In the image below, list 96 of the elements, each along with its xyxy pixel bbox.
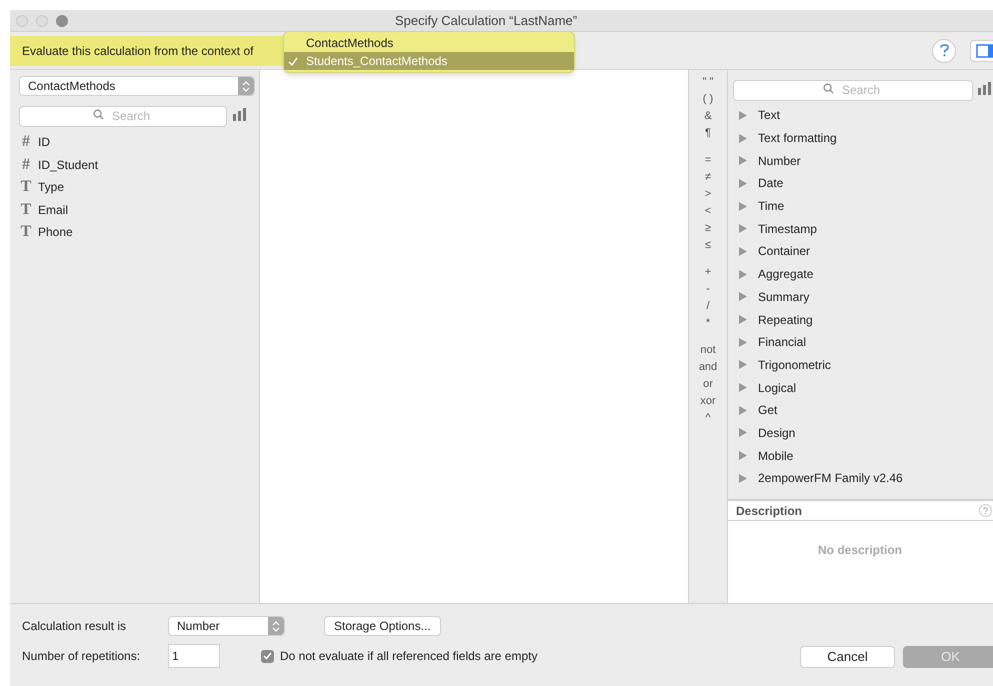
result-type-label: Calculation result is (22, 618, 128, 635)
operator-button[interactable]: ≠ (704, 169, 712, 186)
search-icon (93, 109, 104, 120)
search-field[interactable]: Search (19, 106, 227, 126)
operator-button[interactable]: - (706, 281, 710, 298)
table-select[interactable]: ContactMethods (19, 76, 255, 96)
bar-chart-icon[interactable] (978, 82, 992, 95)
bar-chart-icon[interactable] (233, 108, 247, 121)
disclosure-triangle-icon[interactable] (739, 110, 747, 120)
function-category[interactable]: Text formatting (758, 129, 837, 148)
operator-button[interactable]: ≤ (704, 237, 712, 254)
disclosure-triangle-icon[interactable] (739, 178, 747, 188)
context-label: Evaluate this calculation from the context of (22, 42, 254, 60)
field-type-icon: T (19, 224, 33, 240)
disclosure-triangle-icon[interactable] (739, 246, 747, 256)
checkmark-icon (288, 56, 298, 66)
operator-button[interactable]: = (704, 152, 712, 169)
disclosure-triangle-icon[interactable] (739, 360, 747, 370)
operator-button[interactable]: and (698, 359, 718, 376)
window-title: Specify Calculation “LastName” (395, 12, 578, 29)
operator-button[interactable]: ¶ (705, 125, 711, 142)
function-category[interactable]: Date (758, 174, 784, 192)
disclosure-triangle-icon[interactable] (739, 202, 747, 211)
disclosure-triangle-icon[interactable] (739, 451, 747, 460)
repetitions-field[interactable]: 1 (168, 644, 220, 668)
checkbox[interactable] (261, 650, 274, 662)
operator-button[interactable]: " " (702, 74, 714, 91)
disclosure-triangle-icon[interactable] (739, 338, 747, 347)
operator-button[interactable]: not (700, 342, 716, 359)
menu-item-label: ContactMethods (306, 35, 394, 52)
help-icon[interactable] (979, 504, 992, 517)
field-name[interactable]: Email (38, 200, 68, 219)
function-category[interactable]: Get (758, 401, 778, 420)
function-category[interactable]: Container (758, 242, 810, 260)
menu-item-label: Students_ContactMethods (306, 53, 448, 70)
search-field[interactable]: Search (733, 80, 973, 100)
disclosure-triangle-icon[interactable] (739, 224, 747, 234)
field-name[interactable]: ID (38, 133, 50, 152)
operator-button[interactable]: / (706, 298, 710, 315)
function-category[interactable]: Design (758, 424, 796, 442)
operator-button[interactable]: ( ) (702, 91, 714, 108)
field-type-icon: T (19, 202, 33, 218)
disclosure-triangle-icon[interactable] (739, 406, 747, 415)
field-type-icon: T (19, 179, 33, 196)
disclosure-triangle-icon[interactable] (739, 134, 747, 143)
menu-item[interactable]: ContactMethods (284, 34, 574, 52)
operator-button[interactable]: * (706, 315, 710, 332)
function-category[interactable]: Summary (758, 288, 810, 306)
function-category[interactable]: Aggregate (758, 265, 814, 284)
function-category[interactable]: Mobile (758, 446, 794, 465)
help-button[interactable] (932, 38, 956, 62)
function-category[interactable]: Text (758, 106, 780, 124)
question-mark-icon (940, 44, 948, 57)
repetitions-label: Number of repetitions: (22, 648, 142, 665)
stepper-icon (268, 617, 284, 635)
function-category[interactable]: Logical (758, 378, 796, 397)
sidebar-icon (976, 44, 993, 58)
operator-button[interactable]: & (704, 108, 712, 125)
checkbox-label: Do not evaluate if all referenced fields are empty (280, 648, 538, 665)
operator-button[interactable]: ^ (705, 410, 711, 427)
description-text: No description (818, 542, 902, 559)
function-category[interactable]: Trigonometric (758, 356, 831, 374)
minimize-window-icon[interactable] (36, 14, 48, 26)
operator-button[interactable]: + (704, 264, 712, 281)
search-icon (823, 83, 834, 94)
field-name[interactable]: Type (38, 178, 64, 196)
disclosure-triangle-icon[interactable] (739, 428, 747, 438)
sidebar-toggle-button[interactable] (970, 40, 993, 62)
function-category[interactable]: Repeating (758, 310, 813, 329)
close-window-icon[interactable] (16, 14, 28, 26)
dialog-button[interactable]: Cancel (800, 646, 895, 668)
disclosure-triangle-icon[interactable] (739, 270, 747, 279)
function-category[interactable]: Financial (758, 333, 806, 352)
operator-button[interactable]: < (704, 203, 712, 220)
disclosure-triangle-icon[interactable] (739, 315, 747, 324)
operator-button[interactable]: xor (700, 393, 716, 410)
field-type-icon: # (19, 156, 33, 173)
operator-button[interactable]: or (703, 376, 713, 393)
disclosure-triangle-icon[interactable] (739, 383, 747, 392)
description-title: Description (736, 502, 802, 520)
function-category[interactable]: Number (758, 152, 801, 170)
disclosure-triangle-icon[interactable] (739, 156, 747, 166)
zoom-window-icon[interactable] (56, 14, 68, 26)
field-name[interactable]: Phone (38, 223, 73, 242)
storage-options-button[interactable]: Storage Options... (324, 616, 441, 636)
disclosure-triangle-icon[interactable] (739, 474, 747, 483)
operator-button[interactable]: > (704, 186, 712, 203)
disclosure-triangle-icon[interactable] (739, 292, 747, 302)
result-type-select[interactable]: Number (168, 616, 285, 636)
field-type-icon: # (19, 134, 33, 150)
stepper-icon (238, 77, 254, 95)
field-name[interactable]: ID_Student (38, 156, 98, 174)
operator-button[interactable]: ≥ (704, 220, 712, 237)
function-category[interactable]: 2empowerFM Family v2.46 (758, 469, 903, 488)
function-category[interactable]: Time (758, 197, 784, 216)
function-category[interactable]: Timestamp (758, 220, 817, 238)
